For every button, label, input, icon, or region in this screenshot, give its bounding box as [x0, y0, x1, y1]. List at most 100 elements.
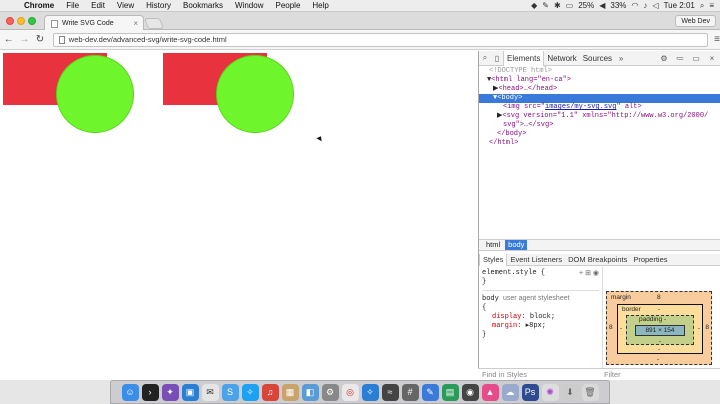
crumb-html[interactable]: html	[483, 240, 503, 250]
toggle-state-icon[interactable]: ⊞	[585, 270, 591, 277]
console-drawer-icon[interactable]: ≔	[674, 54, 686, 63]
safari-icon[interactable]: ✧	[361, 383, 379, 401]
reload-icon[interactable]: ↻	[33, 34, 47, 45]
hub-icon[interactable]: ✺	[541, 383, 559, 401]
itunes-icon[interactable]: ♫	[261, 383, 279, 401]
element-style-rule[interactable]: element.style { + ⊞ ◉	[482, 269, 599, 278]
menu-view[interactable]: View	[111, 1, 140, 10]
calculator-icon[interactable]: #	[401, 383, 419, 401]
forward-arrow-icon[interactable]: →	[18, 34, 32, 45]
margin-top-value[interactable]: 8	[657, 294, 661, 301]
chrome-menu-icon[interactable]: ≡	[714, 34, 720, 45]
tab-styles[interactable]: Styles	[479, 253, 508, 266]
activity-monitor-icon[interactable]: ≈	[381, 383, 399, 401]
skype-icon[interactable]: S	[221, 383, 239, 401]
dom-doctype[interactable]: <!DOCTYPE html>	[479, 67, 720, 76]
tab-dom-breakpoints[interactable]: DOM Breakpoints	[565, 255, 630, 264]
tab-event-listeners[interactable]: Event Listeners	[507, 255, 565, 264]
menu-file[interactable]: File	[60, 1, 85, 10]
system-preferences-icon[interactable]: ⚙	[321, 383, 339, 401]
bluetooth-icon[interactable]: ✱	[554, 1, 561, 10]
new-tab-button[interactable]	[143, 18, 165, 29]
dom-head[interactable]: ▶<head>…</head>	[479, 85, 720, 94]
img-src-link[interactable]: images/my-svg.svg	[545, 103, 616, 111]
menu-window[interactable]: Window	[229, 1, 269, 10]
border-left-value[interactable]: -	[620, 325, 622, 332]
profile-button[interactable]: Web Dev	[675, 15, 716, 27]
style-prop-margin[interactable]: margin: ▸8px;	[482, 322, 599, 331]
dock-side-icon[interactable]: ▭	[690, 54, 702, 63]
drive-icon[interactable]: ▲	[481, 383, 499, 401]
camera-icon[interactable]: ◉	[461, 383, 479, 401]
dom-body[interactable]: ▼<body>	[479, 94, 720, 103]
tab-close-icon[interactable]: ×	[133, 19, 138, 28]
close-devtools-icon[interactable]: ×	[706, 54, 718, 63]
border-top-value[interactable]: -	[658, 306, 660, 313]
border-right-value[interactable]: -	[698, 325, 700, 332]
sound-icon[interactable]: ◁	[652, 1, 658, 10]
volume-icon[interactable]: ◀	[599, 1, 605, 10]
inspect-search-icon[interactable]: ⌕	[479, 53, 491, 63]
color-format-icon[interactable]: ◉	[593, 270, 599, 277]
dom-svg[interactable]: ▶<svg version="1.1" xmlns="http://www.w3…	[479, 112, 720, 121]
battery-icon[interactable]: ▭	[566, 1, 574, 10]
dom-img[interactable]: <img src="images/my-svg.svg" alt>	[479, 103, 720, 112]
crumb-body[interactable]: body	[505, 240, 528, 250]
margin-right-value[interactable]: 8	[705, 324, 709, 331]
clock[interactable]: Tue 2:01	[664, 1, 695, 10]
photoshop-icon[interactable]: Ps	[521, 383, 539, 401]
margin-left-value[interactable]: 8	[609, 324, 613, 331]
add-rule-icon[interactable]: +	[579, 270, 583, 277]
pen-icon[interactable]: ✎	[542, 1, 549, 10]
menu-bookmarks[interactable]: Bookmarks	[177, 1, 229, 10]
downloads-icon[interactable]: ⬇	[561, 383, 579, 401]
cloud-app-icon[interactable]: ☁	[501, 383, 519, 401]
settings-gear-icon[interactable]: ⚙	[658, 54, 670, 63]
back-arrow-icon[interactable]: ←	[2, 34, 16, 45]
terminal-icon[interactable]: ›	[141, 383, 159, 401]
browser-tab[interactable]: Write SVG Code ×	[44, 15, 144, 31]
tab-properties[interactable]: Properties	[630, 255, 670, 264]
notification-center-icon[interactable]: ≡	[709, 1, 714, 10]
window-close-button[interactable]	[6, 17, 14, 25]
find-in-styles-input[interactable]: Find in Styles	[478, 368, 602, 380]
finder-icon[interactable]: ☺	[121, 383, 139, 401]
archive-utility-icon[interactable]: ▦	[281, 383, 299, 401]
box-model-content[interactable]: 891 × 154	[635, 325, 685, 336]
menu-people[interactable]: People	[269, 1, 306, 10]
menu-app-chrome[interactable]: Chrome	[18, 1, 60, 10]
app-store-icon[interactable]: ▣	[181, 383, 199, 401]
dom-html-close[interactable]: </html>	[479, 139, 720, 148]
launchpad-icon[interactable]: ✦	[161, 383, 179, 401]
menu-history[interactable]: History	[140, 1, 177, 10]
dropbox-icon[interactable]: ◆	[531, 1, 537, 10]
dom-svg-cont[interactable]: svg">…</svg>	[479, 121, 720, 130]
border-bottom-value[interactable]: -	[658, 346, 660, 353]
menu-edit[interactable]: Edit	[85, 1, 111, 10]
textedit-icon[interactable]: ✎	[421, 383, 439, 401]
twitter-icon[interactable]: ✧	[241, 383, 259, 401]
tab-sources[interactable]: Sources	[580, 54, 615, 63]
margin-bottom-value[interactable]: -	[657, 356, 659, 363]
trash-icon[interactable]: 🗑	[581, 383, 599, 401]
device-mode-icon[interactable]: ▯	[491, 54, 503, 63]
preview-icon[interactable]: ◧	[301, 383, 319, 401]
menu-help[interactable]: Help	[306, 1, 334, 10]
window-maximize-button[interactable]	[28, 17, 36, 25]
address-bar[interactable]: web-dev.dev/advanced-svg/write-svg-code.…	[52, 32, 709, 47]
tab-elements[interactable]: Elements	[503, 50, 545, 66]
more-tabs-icon[interactable]: »	[615, 54, 627, 63]
spotlight-icon[interactable]: ⌕	[700, 1, 704, 11]
style-prop-display[interactable]: display: block;	[482, 313, 599, 322]
chrome-icon[interactable]: ◎	[341, 383, 359, 401]
tab-network[interactable]: Network	[544, 54, 579, 63]
wifi-icon[interactable]: ◠	[631, 1, 638, 10]
dom-body-close[interactable]: </body>	[479, 130, 720, 139]
dom-html[interactable]: ▼<html lang="en-ca">	[479, 76, 720, 85]
padding-bottom-value[interactable]: -	[659, 338, 661, 345]
computed-filter-input[interactable]: Filter	[602, 368, 720, 380]
window-minimize-button[interactable]	[17, 17, 25, 25]
numbers-icon[interactable]: ▤	[441, 383, 459, 401]
speaker-icon[interactable]: ♪	[643, 1, 647, 10]
mail-icon[interactable]: ✉	[201, 383, 219, 401]
